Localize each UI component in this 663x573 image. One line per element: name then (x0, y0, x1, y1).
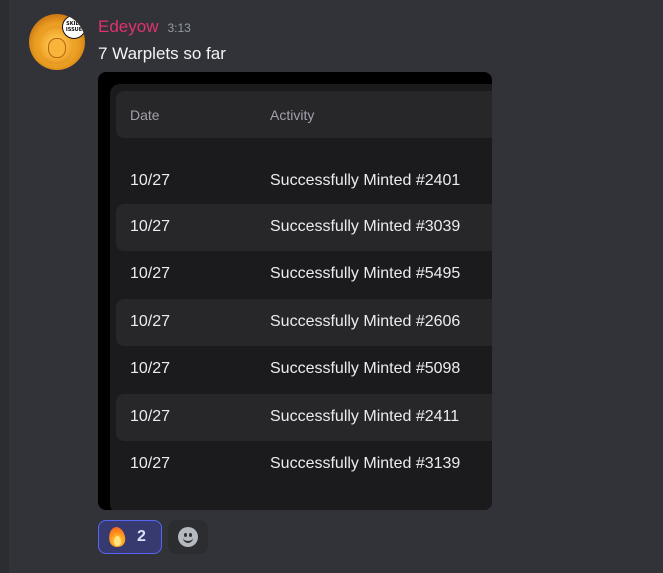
message-text: 7 Warplets so far (98, 44, 226, 63)
row-date: 10/27 (130, 408, 171, 425)
fire-icon (107, 525, 127, 549)
message-header: Edeyow 3:13 (98, 17, 191, 37)
row-date: 10/27 (130, 455, 171, 472)
row-activity: Successfully Minted #5495 (270, 265, 461, 282)
column-header-date: Date (130, 107, 160, 123)
table-row: 10/27 Successfully Minted #2401 (116, 158, 492, 205)
lion-face-icon (48, 38, 66, 58)
row-activity: Successfully Minted #2606 (270, 313, 461, 330)
reaction-fire[interactable]: 2 (98, 520, 162, 554)
user-avatar[interactable]: SKILL ISSUE (29, 14, 85, 70)
row-activity: Successfully Minted #3139 (270, 455, 461, 472)
row-date: 10/27 (130, 218, 171, 235)
reaction-count: 2 (137, 528, 146, 545)
table-row: 10/27 Successfully Minted #3039 (116, 204, 492, 251)
table-row: 10/27 Successfully Minted #2606 (116, 299, 492, 346)
message-timestamp[interactable]: 3:13 (167, 21, 190, 35)
row-date: 10/27 (130, 360, 171, 377)
username[interactable]: Edeyow (98, 17, 158, 37)
row-date: 10/27 (130, 172, 171, 189)
channel-sidebar-edge (0, 0, 9, 573)
row-activity: Successfully Minted #3039 (270, 218, 461, 235)
table-header: Date Activity (116, 91, 492, 138)
row-activity: Successfully Minted #2411 (270, 408, 460, 425)
row-activity: Successfully Minted #5098 (270, 360, 461, 377)
image-attachment[interactable]: Date Activity 10/27 Successfully Minted … (98, 72, 492, 510)
row-date: 10/27 (130, 265, 171, 282)
table-row: 10/27 Successfully Minted #5495 (116, 251, 492, 298)
table-row: 10/27 Successfully Minted #3139 (116, 441, 492, 488)
avatar-badge: SKILL ISSUE (62, 15, 85, 39)
column-header-activity: Activity (270, 107, 315, 123)
row-date: 10/27 (130, 313, 171, 330)
reaction-bar: 2 (98, 520, 208, 554)
chat-message: SKILL ISSUE Edeyow 3:13 7 Warplets so fa… (9, 0, 663, 573)
row-activity: Successfully Minted #2401 (270, 172, 461, 189)
add-reaction-button[interactable] (168, 520, 208, 554)
add-reaction-icon (178, 527, 198, 547)
table-row: 10/27 Successfully Minted #2411 (116, 394, 492, 441)
table-row: 10/27 Successfully Minted #5098 (116, 346, 492, 393)
